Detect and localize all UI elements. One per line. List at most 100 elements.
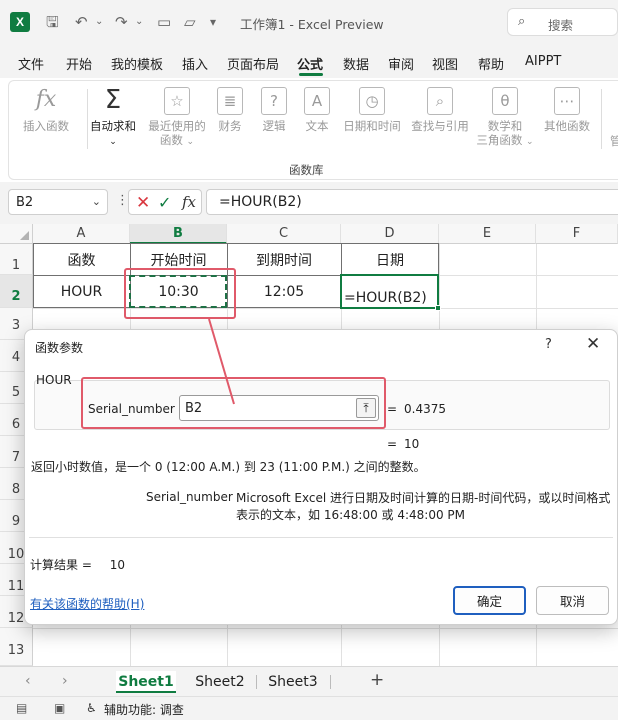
- more-functions-label: 其他函数: [544, 119, 590, 133]
- cell-c1[interactable]: 到期时间: [227, 250, 341, 270]
- cell-a1[interactable]: 函数: [33, 250, 130, 270]
- fill-handle[interactable]: [435, 305, 441, 311]
- function-help-link[interactable]: 有关该函数的帮助(H): [30, 595, 144, 612]
- sheet-tab-2[interactable]: Sheet2: [190, 671, 250, 693]
- redo-dropdown-icon[interactable]: ⌄: [135, 12, 143, 32]
- more-icon: ⋯: [554, 87, 580, 115]
- autosum-button[interactable]: Σ 自动求和 ⌄: [85, 87, 141, 149]
- save-icon[interactable]: 🖫: [46, 12, 59, 32]
- customize-qat-icon[interactable]: ▾: [210, 12, 216, 32]
- sheet-tab-1[interactable]: Sheet1: [116, 671, 176, 693]
- menu-file[interactable]: 文件: [18, 54, 44, 73]
- sheet-tab-3[interactable]: Sheet3: [263, 671, 323, 693]
- menu-my-templates[interactable]: 我的模板: [111, 54, 163, 73]
- autosum-dropdown-icon: ⌄: [109, 137, 117, 147]
- select-all-corner[interactable]: [0, 224, 33, 244]
- highlight-box-argument: [81, 377, 386, 429]
- column-header-e[interactable]: E: [439, 224, 536, 244]
- search-box[interactable]: ⌕ 搜索: [507, 8, 618, 36]
- undo-icon[interactable]: ↶: [75, 12, 88, 32]
- accessibility-status[interactable]: 辅助功能: 调查: [104, 701, 184, 718]
- argument-help-name: Serial_number: [146, 490, 233, 504]
- column-header-f[interactable]: F: [536, 224, 618, 244]
- confirm-entry-icon[interactable]: ✓: [158, 193, 171, 212]
- cell-b1[interactable]: 开始时间: [130, 250, 227, 270]
- cell-a2[interactable]: HOUR: [33, 284, 130, 300]
- lookup-reference-label: 查找与引用: [411, 119, 469, 133]
- dialog-divider: [29, 537, 613, 538]
- status-macro-icon[interactable]: ▣: [54, 701, 65, 715]
- menu-data[interactable]: 数据: [343, 54, 369, 73]
- result-equals: =: [387, 437, 398, 451]
- function-description: 返回小时数值，是一个 0 (12:00 A.M.) 到 23 (11:00 P.…: [31, 460, 426, 474]
- insert-function-icon[interactable]: fx: [182, 193, 196, 211]
- financial-button[interactable]: ≣ 财务: [213, 87, 247, 133]
- next-sheet-icon[interactable]: ›: [62, 673, 68, 689]
- logical-button[interactable]: ? 逻辑: [257, 87, 291, 133]
- function-name: HOUR: [36, 373, 72, 387]
- cell-c2[interactable]: 12:05: [227, 284, 341, 300]
- insert-function-button[interactable]: fx 插入函数: [19, 87, 73, 133]
- folder-icon[interactable]: ▱: [184, 12, 196, 32]
- column-header-d[interactable]: D: [341, 224, 439, 244]
- menu-insert[interactable]: 插入: [182, 54, 208, 73]
- text-a-icon: A: [304, 87, 330, 115]
- ribbon-next-group-partial[interactable]: 管: [610, 133, 618, 149]
- menu-page-layout[interactable]: 页面布局: [227, 54, 279, 73]
- column-header-a[interactable]: A: [33, 224, 130, 244]
- search-icon: ⌕: [518, 14, 526, 29]
- menu-view[interactable]: 视图: [432, 54, 458, 73]
- name-box[interactable]: B2 ⌄: [8, 189, 108, 215]
- menu-formulas[interactable]: 公式: [297, 54, 323, 73]
- cancel-button[interactable]: 取消: [536, 586, 609, 615]
- ribbon-formulas: fx 插入函数 Σ 自动求和 ⌄ ☆ 最近使用的 函数 ⌄ ≣ 财务 ? 逻辑 …: [8, 80, 618, 180]
- text-button[interactable]: A 文本: [300, 87, 334, 133]
- logical-label: 逻辑: [262, 119, 286, 133]
- menu-review[interactable]: 审阅: [388, 54, 414, 73]
- math-trig-button[interactable]: θ 数学和 三角函数 ⌄: [475, 87, 535, 149]
- column-header-c[interactable]: C: [227, 224, 341, 244]
- undo-dropdown-icon[interactable]: ⌄: [95, 12, 103, 32]
- menu-home[interactable]: 开始: [66, 54, 92, 73]
- row-header-13[interactable]: 13: [0, 628, 33, 666]
- chevron-down-icon[interactable]: ⌄: [92, 195, 101, 208]
- help-icon[interactable]: ?: [545, 337, 552, 352]
- accessibility-icon[interactable]: ♿: [86, 701, 97, 715]
- formula-input[interactable]: =HOUR(B2): [206, 189, 618, 215]
- redo-icon[interactable]: ↷: [115, 12, 128, 32]
- theta-icon: θ: [492, 87, 518, 115]
- close-icon[interactable]: ✕: [586, 334, 600, 354]
- window-title: 工作簿1 - Excel Preview: [240, 17, 384, 32]
- highlight-box-b2: [124, 268, 236, 319]
- cell-d1[interactable]: 日期: [341, 250, 439, 270]
- ribbon-separator-right: [601, 89, 602, 149]
- clock-icon: ◷: [359, 87, 385, 115]
- active-tab-indicator: [299, 73, 323, 76]
- cancel-entry-icon[interactable]: ✕: [136, 193, 150, 213]
- row-header-1[interactable]: 1: [0, 244, 33, 275]
- function-arguments-dialog: 函数参数 ? ✕ HOUR Serial_number B2 ⤒ = 0.437…: [24, 329, 618, 625]
- magnifier-icon: ⌕: [427, 87, 453, 115]
- coins-icon: ≣: [217, 87, 243, 115]
- prev-sheet-icon[interactable]: ‹: [25, 673, 31, 689]
- menu-aippt[interactable]: AIPPT: [525, 54, 561, 69]
- recent-dropdown-icon: ⌄: [186, 137, 195, 147]
- sigma-icon: Σ: [104, 85, 122, 115]
- financial-label: 财务: [218, 119, 242, 133]
- excel-logo-icon: X: [10, 12, 30, 32]
- fx-icon: fx: [35, 87, 57, 112]
- lookup-reference-button[interactable]: ⌕ 查找与引用: [407, 87, 473, 133]
- date-time-button[interactable]: ◷ 日期和时间: [339, 87, 405, 133]
- more-functions-button[interactable]: ⋯ 其他函数: [539, 87, 595, 133]
- row-header-2[interactable]: 2: [0, 275, 33, 308]
- name-box-value: B2: [16, 195, 34, 210]
- recent-functions-button[interactable]: ☆ 最近使用的 函数 ⌄: [141, 87, 213, 149]
- new-file-icon[interactable]: ▭: [157, 12, 171, 32]
- math-dropdown-icon: ⌄: [526, 137, 534, 147]
- menu-help[interactable]: 帮助: [478, 54, 504, 73]
- insert-function-label: 插入函数: [23, 119, 69, 133]
- ok-button[interactable]: 确定: [453, 586, 526, 615]
- column-header-b[interactable]: B: [130, 224, 227, 244]
- formula-text: =HOUR(B2): [219, 194, 302, 210]
- add-sheet-icon[interactable]: +: [370, 670, 384, 690]
